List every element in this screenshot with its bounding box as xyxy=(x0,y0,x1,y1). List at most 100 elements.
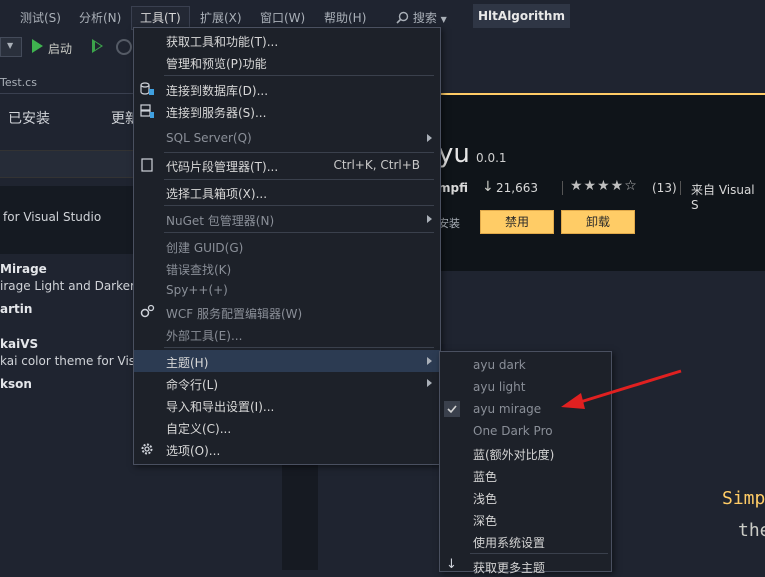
theme-system[interactable]: 使用系统设置 xyxy=(440,530,611,552)
uninstall-button[interactable]: 卸载 xyxy=(561,210,635,234)
menu-item-get-tools[interactable]: 获取工具和功能(T)... xyxy=(134,29,440,51)
menu-item-connect-db[interactable]: 连接到数据库(D)... xyxy=(134,78,440,100)
theme-label: 蓝色 xyxy=(473,470,498,484)
database-icon xyxy=(140,82,154,95)
menu-extensions[interactable]: 扩展(X) xyxy=(200,9,242,26)
download-count: 21,663 xyxy=(496,181,538,195)
submenu-arrow-icon xyxy=(427,379,432,387)
menu-item-label: 创建 GUID(G) xyxy=(166,241,244,255)
theme-label: 浅色 xyxy=(473,492,498,506)
menu-item-connect-server[interactable]: 连接到服务器(S)... xyxy=(134,100,440,122)
menu-item-import-export[interactable]: 导入和导出设置(I)... xyxy=(134,394,440,416)
menu-help[interactable]: 帮助(H) xyxy=(324,9,366,26)
menu-item-sql-server[interactable]: SQL Server(Q) xyxy=(134,127,440,149)
menu-separator xyxy=(164,205,434,206)
menu-search[interactable]: 搜索 ▼ xyxy=(396,9,447,26)
extension-author[interactable]: mpfi xyxy=(438,181,468,195)
menu-item-command-line[interactable]: 命令行(L) xyxy=(134,372,440,394)
theme-label: ayu light xyxy=(473,380,526,394)
refresh-icon[interactable] xyxy=(116,39,132,55)
wcf-gear-icon xyxy=(140,304,155,318)
theme-one-dark-pro[interactable]: One Dark Pro xyxy=(440,420,611,442)
menu-item-toolbox[interactable]: 选择工具箱项(X)... xyxy=(134,181,440,203)
description-line: Simp xyxy=(722,488,765,509)
extension-detail-header: yu 0.0.1 mpfi ↓ 21,663 ★★★★☆ (13) 来自 Vis… xyxy=(438,95,765,271)
menu-separator xyxy=(164,232,434,233)
menu-item-label: SQL Server(Q) xyxy=(166,131,252,145)
list-item-title[interactable]: kaiVS xyxy=(0,337,38,351)
menu-item-label: NuGet 包管理器(N) xyxy=(166,214,275,228)
menu-item-error-lookup[interactable]: 错误查找(K) xyxy=(134,257,440,279)
theme-get-more[interactable]: ↓ 获取更多主题 xyxy=(440,555,611,577)
start-debug-icon[interactable] xyxy=(32,39,43,53)
menu-item-manage-preview[interactable]: 管理和预览(P)功能 xyxy=(134,51,440,73)
search-icon xyxy=(396,11,409,24)
menu-analyze[interactable]: 分析(N) xyxy=(79,9,121,26)
list-item-title[interactable]: kson xyxy=(0,377,32,391)
menu-item-label: 选项(O)... xyxy=(166,444,221,458)
settings-gear-icon xyxy=(141,443,153,455)
submenu-arrow-icon xyxy=(427,215,432,223)
play-outline-inner xyxy=(95,42,101,50)
check-icon xyxy=(444,401,460,417)
theme-blue[interactable]: 蓝色 xyxy=(440,464,611,486)
extension-search-input[interactable] xyxy=(0,150,133,178)
menu-item-label: 连接到数据库(D)... xyxy=(166,84,269,98)
installed-label: 安装 xyxy=(438,217,460,230)
list-item-title[interactable]: Mirage xyxy=(0,262,47,276)
menu-window[interactable]: 窗口(W) xyxy=(260,9,305,26)
menu-item-snippets[interactable]: 代码片段管理器(T)... Ctrl+K, Ctrl+B xyxy=(134,154,440,176)
extension-version: 0.0.1 xyxy=(476,151,507,165)
theme-label: 深色 xyxy=(473,514,498,528)
scroll-region xyxy=(282,460,318,570)
theme-dark[interactable]: 深色 xyxy=(440,508,611,530)
menu-item-wcf[interactable]: WCF 服务配置编辑器(W) xyxy=(134,301,440,323)
menu-item-shortcut: Ctrl+K, Ctrl+B xyxy=(333,158,420,172)
menu-item-guid[interactable]: 创建 GUID(G) xyxy=(134,235,440,257)
list-item-subtitle: irage Light and Darker xyxy=(0,279,135,293)
menu-separator xyxy=(164,179,434,180)
disable-button[interactable]: 禁用 xyxy=(480,210,554,234)
menu-item-theme[interactable]: 主题(H) xyxy=(134,350,440,372)
menu-item-label: 代码片段管理器(T)... xyxy=(166,160,279,174)
theme-label: ayu dark xyxy=(473,358,526,372)
app-title: HltAlgorithm xyxy=(473,4,570,28)
menu-item-external-tools[interactable]: 外部工具(E)... xyxy=(134,323,440,345)
download-icon: ↓ xyxy=(482,179,494,195)
menu-separator xyxy=(164,347,434,348)
config-dropdown[interactable]: ▼ xyxy=(0,37,22,57)
menu-item-label: 管理和预览(P)功能 xyxy=(166,57,267,71)
menu-item-label: Spy++(+) xyxy=(166,283,228,297)
menu-item-nuget[interactable]: NuGet 包管理器(N) xyxy=(134,208,440,230)
list-item-selected[interactable]: for Visual Studio xyxy=(0,186,133,254)
source-label: 来自 Visual S xyxy=(691,183,755,212)
menu-separator xyxy=(470,553,608,554)
chevron-down-icon: ▼ xyxy=(440,15,447,24)
menu-separator xyxy=(164,152,434,153)
menu-test[interactable]: 测试(S) xyxy=(20,9,61,26)
start-button[interactable]: 启动 xyxy=(48,40,72,57)
theme-label: 使用系统设置 xyxy=(473,536,546,550)
list-item-title[interactable]: artin xyxy=(0,302,32,316)
menu-item-label: 命令行(L) xyxy=(166,378,219,392)
tools-menu: 获取工具和功能(T)... 管理和预览(P)功能 连接到数据库(D)... 连接… xyxy=(133,27,441,465)
divider xyxy=(562,181,563,195)
menu-separator xyxy=(164,75,434,76)
menu-item-customize[interactable]: 自定义(C)... xyxy=(134,416,440,438)
menu-item-label: 自定义(C)... xyxy=(166,422,232,436)
theme-label: 获取更多主题 xyxy=(473,561,546,575)
menu-item-label: 导入和导出设置(I)... xyxy=(166,400,275,414)
annotation-arrow-icon xyxy=(561,369,682,409)
theme-blue-contrast[interactable]: 蓝(额外对比度) xyxy=(440,442,611,464)
menu-item-label: 选择工具箱项(X)... xyxy=(166,187,268,201)
search-label: 搜索 xyxy=(412,11,437,25)
menu-item-spy[interactable]: Spy++(+) xyxy=(134,279,440,301)
tab-installed[interactable]: 已安装 xyxy=(8,108,50,128)
theme-light[interactable]: 浅色 xyxy=(440,486,611,508)
theme-label: One Dark Pro xyxy=(473,424,553,438)
file-tab[interactable]: Test.cs xyxy=(0,76,37,89)
list-item-subtitle: kai color theme for Vis xyxy=(0,354,136,368)
rating-stars: ★★★★☆ xyxy=(570,178,638,194)
theme-label: 蓝(额外对比度) xyxy=(473,448,555,462)
menu-item-options[interactable]: 选项(O)... xyxy=(134,438,440,460)
